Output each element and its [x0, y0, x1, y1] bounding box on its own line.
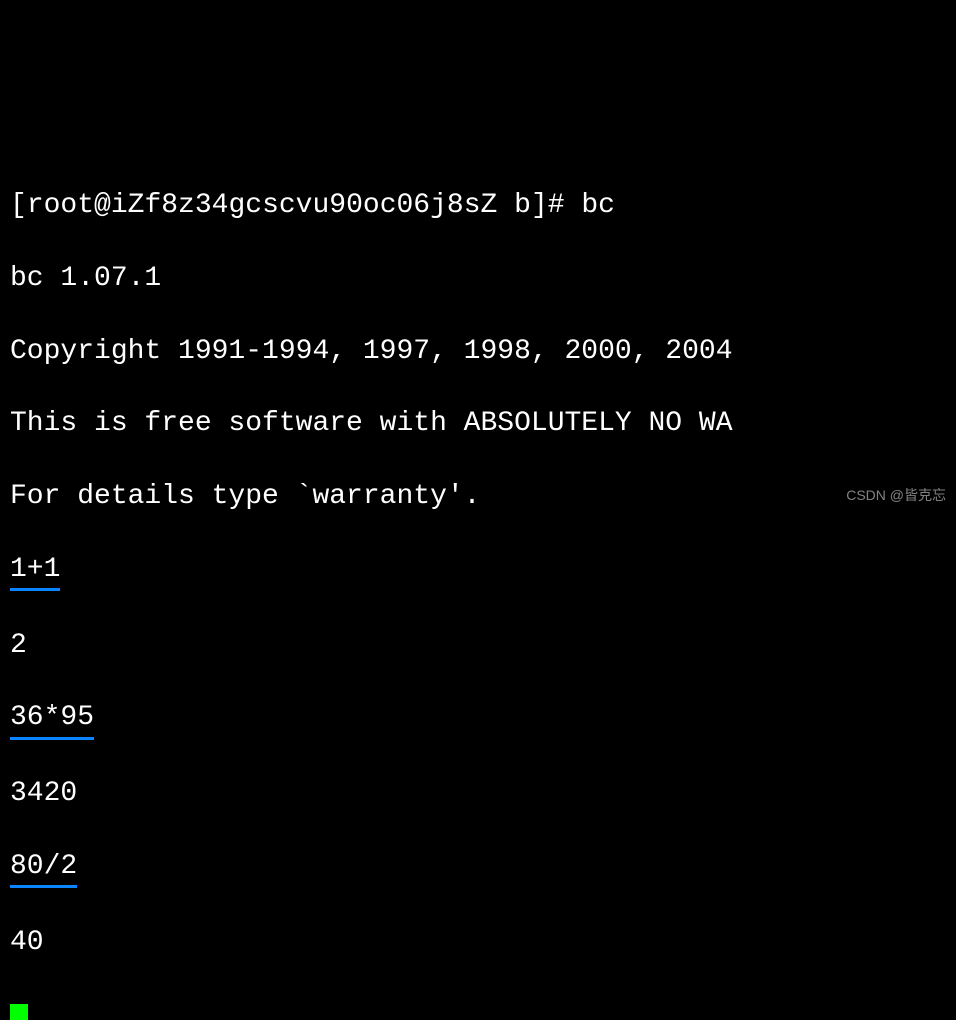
bc-version-line: bc 1.07.1	[10, 261, 946, 297]
cursor-line[interactable]	[10, 998, 946, 1020]
command-text: bc	[581, 190, 615, 221]
calc2-output: 3420	[10, 776, 946, 812]
calc3-input: 80/2	[10, 849, 77, 888]
watermark-text: CSDN @皆克忘	[846, 486, 946, 504]
bc-copyright-line: Copyright 1991-1994, 1997, 1998, 2000, 2…	[10, 334, 946, 370]
bracket-open: [	[10, 190, 27, 221]
prompt-line: [root@iZf8z34gcscvu90oc06j8sZ b]# bc	[10, 188, 946, 224]
bc-freesw-line: This is free software with ABSOLUTELY NO…	[10, 406, 946, 442]
calc1-output: 2	[10, 628, 946, 664]
bc-details-line: For details type `warranty'.	[10, 479, 946, 515]
prompt-cwd: b	[514, 190, 531, 221]
calc-input-line: 1+1	[10, 552, 946, 591]
calc-input-line: 80/2	[10, 849, 946, 888]
cursor-block	[10, 1004, 28, 1020]
calc2-input: 36*95	[10, 700, 94, 739]
terminal[interactable]: [root@iZf8z34gcscvu90oc06j8sZ b]# bc bc …	[0, 146, 956, 1020]
calc1-input: 1+1	[10, 552, 60, 591]
prompt-symbol: #	[548, 190, 565, 221]
bracket-close: ]	[531, 190, 548, 221]
prompt-user: root	[27, 190, 94, 221]
calc3-output: 40	[10, 925, 946, 961]
at-sign: @	[94, 190, 111, 221]
prompt-host: iZf8z34gcscvu90oc06j8sZ	[111, 190, 497, 221]
calc-input-line: 36*95	[10, 700, 946, 739]
